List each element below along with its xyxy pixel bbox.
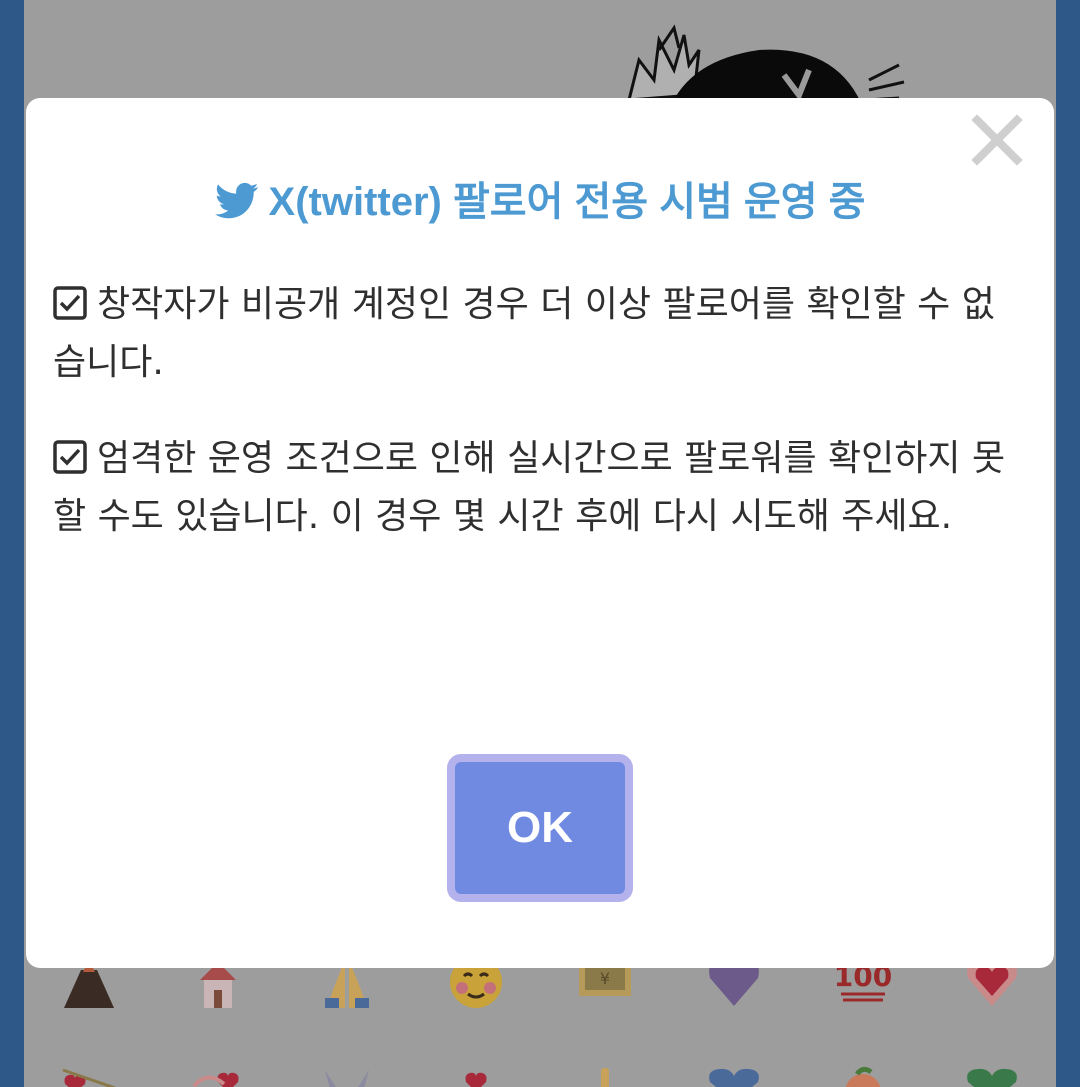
blue-heart-icon[interactable] [669, 1062, 798, 1087]
heart-arrow-icon[interactable] [24, 1062, 153, 1087]
heart-ribbon-icon[interactable] [153, 1062, 282, 1087]
notice-dialog: X(twitter) 팔로어 전용 시범 운영 중 창작자가 비공개 계정인 경… [26, 98, 1054, 968]
emoji-row-2 [24, 1062, 1056, 1087]
dialog-title-text: X(twitter) 팔로어 전용 시범 운영 중 [268, 180, 866, 224]
ok-button[interactable]: OK [447, 754, 633, 902]
artwork-illustration [627, 24, 905, 110]
close-icon[interactable] [971, 114, 1023, 166]
app-frame: ¥ 100 X(twitter) 팔로어 전용 시범 운영 중 창작자가 비공개… [0, 0, 1080, 1087]
svg-text:¥: ¥ [599, 969, 609, 988]
dialog-title: X(twitter) 팔로어 전용 시범 운영 중 [26, 178, 1054, 231]
small-heart-icon[interactable] [411, 1062, 540, 1087]
checkbox-checked-icon [53, 282, 87, 336]
green-heart-icon[interactable] [927, 1062, 1056, 1087]
checkbox-checked-icon [53, 436, 87, 490]
rabbit-ears-icon[interactable] [282, 1062, 411, 1087]
twitter-bird-icon [214, 182, 259, 231]
notice-text: 창작자가 비공개 계정인 경우 더 이상 팔로어를 확인할 수 없습니다. [53, 284, 995, 383]
thumb-icon[interactable] [540, 1062, 669, 1087]
notice-item-realtime-check: 엄격한 운영 조건으로 인해 실시간으로 팔로워를 확인하지 못할 수도 있습니… [53, 432, 1023, 544]
peach-icon[interactable] [798, 1062, 927, 1087]
notice-item-private-account: 창작자가 비공개 계정인 경우 더 이상 팔로어를 확인할 수 없습니다. [53, 278, 1023, 390]
notice-text: 엄격한 운영 조건으로 인해 실시간으로 팔로워를 확인하지 못할 수도 있습니… [53, 438, 1006, 537]
